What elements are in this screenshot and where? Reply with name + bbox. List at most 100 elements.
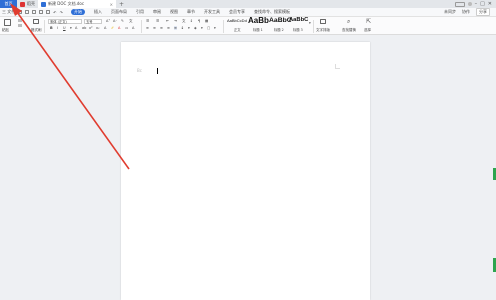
share-button[interactable]: 分享 [476,8,490,16]
style-heading3-preview[interactable]: AaBbC [289,17,308,23]
style-heading1-preview[interactable]: AaBb [248,16,269,25]
docer-logo-icon [20,1,25,7]
find-icon[interactable]: ⌕ [347,18,350,26]
outdent-icon[interactable]: ⇤ [166,19,169,23]
font-color-a-icon[interactable]: A [75,26,77,30]
shrink-font-icon[interactable]: A⁻ [113,19,117,23]
align-left-icon[interactable]: ≡ [146,26,149,30]
save-icon[interactable] [18,10,23,14]
arrow-line [16,11,130,170]
italic-icon[interactable]: I [57,26,58,30]
strikethrough-icon[interactable]: ab [82,26,86,30]
preview-icon[interactable] [39,10,44,14]
numbered-list-icon[interactable]: ☰ [156,19,159,23]
home-tab[interactable]: 首页 [0,0,17,8]
menu-review[interactable]: 审阅 [153,9,161,15]
avatar[interactable] [467,2,472,6]
distributed-icon[interactable]: ≡ [174,26,177,30]
print-icon[interactable] [32,10,37,14]
menu-member[interactable]: 会员专享 [229,9,245,15]
menu-developer[interactable]: 开发工具 [204,9,220,15]
sort-icon[interactable]: ↕ [190,19,193,23]
divider [141,20,142,33]
divider [44,20,45,33]
show-marks-icon[interactable]: ¶ [198,19,200,23]
paste-icon[interactable] [4,19,11,26]
paste-label[interactable]: 粘贴 [2,28,9,33]
tab-document[interactable]: 新建 DOC 文档.doc × [38,0,116,8]
style-heading2-label: 标题 2 [274,28,284,32]
minimize-icon[interactable]: – [475,1,478,7]
char-border-icon[interactable]: ▭ [125,26,128,30]
font-color-icon[interactable]: A [118,26,120,30]
text-effect-icon[interactable]: A [104,26,106,30]
bullet-list-icon[interactable]: ☰ [146,19,149,23]
collab-button[interactable]: 协作 [462,9,470,15]
copy-icon[interactable] [18,24,22,27]
tab-docer[interactable]: 稻壳 [17,0,38,8]
superscript-icon[interactable]: x² [89,26,92,30]
layout-toggle-icon[interactable] [454,1,465,7]
bold-icon[interactable]: B [50,26,53,30]
format-painter-icon[interactable] [33,19,39,24]
tab-document-label: 新建 DOC 文档.doc [48,1,85,6]
menu-insert[interactable]: 插入 [94,9,102,15]
chinese-layout-icon[interactable]: 文 [182,19,186,24]
align-right-icon[interactable]: ≡ [160,26,163,30]
unsynced-status[interactable]: 未同步 [444,9,456,15]
pinyin-icon[interactable]: 文 [129,19,133,24]
divider [223,20,224,33]
indent-icon[interactable]: ⇥ [174,19,177,23]
cut-icon[interactable] [18,19,22,22]
line-spacing-icon[interactable]: ↨ [181,26,184,30]
new-tab-button[interactable]: + [116,1,127,8]
char-shading-icon[interactable]: A [132,26,134,30]
table-icon[interactable]: ▦ [205,19,208,23]
command-search[interactable]: 查找命令、搜索模板 [254,9,290,15]
justify-icon[interactable]: ≡ [167,26,170,30]
select-cursor-icon[interactable]: ⇱ [366,18,371,25]
style-heading1-label: 标题 1 [253,28,263,32]
border-dropdown-icon[interactable]: ▾ [214,26,216,30]
text-layout-label[interactable]: 文字排版 [316,28,330,33]
font-size-select[interactable]: 五号 [84,18,102,24]
border-icon[interactable]: ▢ [207,26,210,30]
menu-references[interactable]: 引用 [136,9,144,15]
shading-dropdown-icon[interactable]: ▾ [201,26,203,30]
select-label[interactable]: 选择 [364,28,371,33]
tab-close-icon[interactable]: × [110,2,113,7]
style-normal-preview[interactable]: AaBbCcDd [227,18,247,23]
word-doc-icon [41,1,46,7]
align-center-icon[interactable]: ≡ [153,26,156,30]
find-replace-label[interactable]: 查找替换 [342,28,356,33]
underline-dropdown-icon[interactable]: ▾ [70,26,72,30]
menu-view[interactable]: 视图 [170,9,178,15]
menu-layout[interactable]: 页面布局 [111,9,127,15]
subscript-icon[interactable]: x₂ [96,26,99,30]
highlight-icon[interactable]: ✐ [111,26,114,30]
font-name-select[interactable]: 宋体 (正文) [48,18,82,24]
line-spacing-dropdown-icon[interactable]: ▾ [188,26,190,30]
document-page[interactable]: Bc [121,42,370,300]
menu-start[interactable]: 开始 [71,9,85,15]
divider [313,20,314,33]
underline-icon[interactable]: U [63,26,66,30]
open-icon[interactable] [25,10,30,14]
margin-corner-mark [335,64,340,69]
file-menu[interactable]: 三 文件 [2,9,15,15]
menu-section[interactable]: 章节 [187,9,195,15]
styles-more-icon[interactable]: ▾ [309,21,311,25]
undo-icon[interactable]: ↶ [53,10,56,15]
window-controls: – □ ✕ [454,1,496,7]
shading-icon[interactable]: ◈ [194,26,197,30]
text-layout-icon[interactable] [320,19,326,24]
export-icon[interactable] [46,10,51,14]
close-icon[interactable]: ✕ [488,1,492,7]
grow-font-icon[interactable]: A⁺ [106,19,110,23]
maximize-icon[interactable]: □ [480,1,485,7]
clear-format-icon[interactable]: ✎ [121,19,124,23]
style-heading3-label: 标题 3 [293,28,303,32]
format-painter-label[interactable]: 格式刷 [31,28,42,33]
redo-icon[interactable]: ↷ [60,10,63,15]
style-normal-label: 正文 [234,28,241,32]
